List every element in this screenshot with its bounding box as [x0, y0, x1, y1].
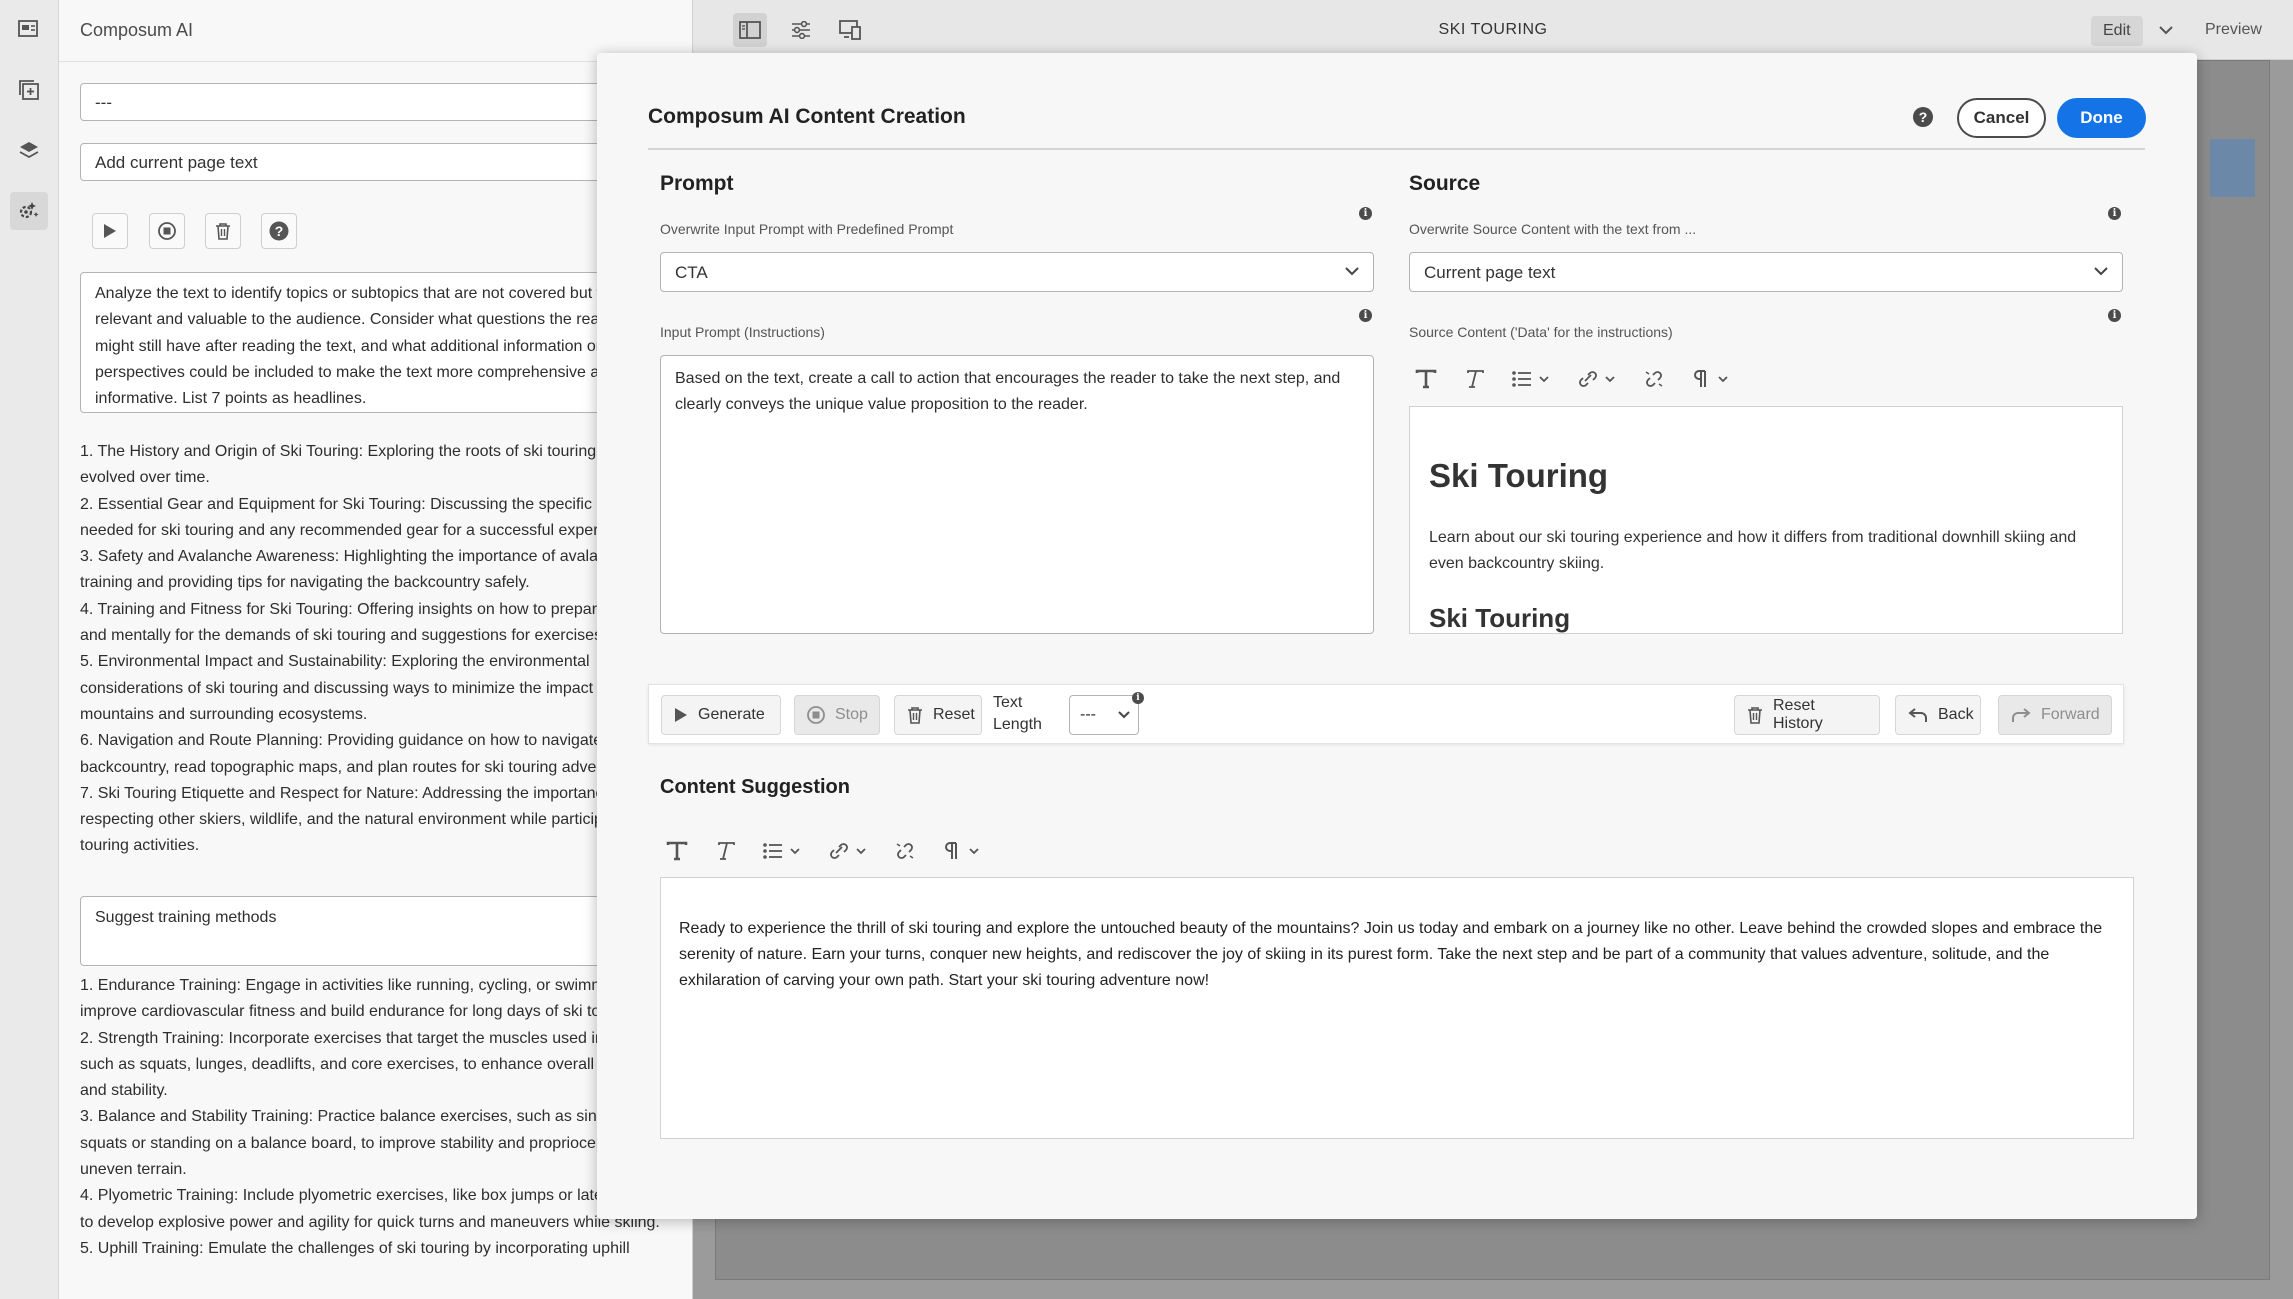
- input-prompt-label: Input Prompt (Instructions): [660, 324, 825, 340]
- reset-history-button[interactable]: Reset History: [1734, 695, 1880, 735]
- sidebar-title: Composum AI: [80, 20, 194, 40]
- preview-button[interactable]: Preview: [2205, 21, 2262, 39]
- generate-label: Generate: [698, 706, 765, 723]
- second-prompt-box[interactable]: Suggest training methods: [80, 896, 680, 966]
- content-suggestion-heading: Content Suggestion: [660, 776, 850, 798]
- delete-button[interactable]: [205, 213, 241, 249]
- stop-label: Stop: [835, 706, 868, 723]
- second-response: 1. Endurance Training: Engage in activit…: [80, 977, 672, 1257]
- text-length-label-line1: Text: [993, 694, 1023, 711]
- content-suggestion-text: Ready to experience the thrill of ski to…: [679, 920, 2103, 989]
- source-heading-1: Ski Touring: [1429, 457, 1609, 494]
- source-overwrite-value: Current page text: [1424, 263, 1556, 282]
- info-icon[interactable]: i: [1132, 692, 1144, 704]
- reset-label: Reset: [933, 706, 975, 723]
- trash-icon: [216, 223, 230, 240]
- text-length-select[interactable]: ---: [1069, 695, 1139, 735]
- bold-icon[interactable]: [1415, 369, 1437, 389]
- predefined-prompt-select[interactable]: CTA: [660, 252, 1374, 292]
- stop-button[interactable]: Stop: [794, 695, 880, 735]
- page-image: [2210, 139, 2255, 197]
- left-rail: [0, 0, 59, 1299]
- unlink-icon[interactable]: [894, 840, 916, 862]
- reset-history-label: Reset History: [1773, 697, 1823, 732]
- source-select[interactable]: Add current page text: [80, 143, 680, 181]
- first-response: 1. The History and Origin of Ski Touring…: [80, 443, 680, 855]
- suggestion-rte-toolbar: [666, 831, 1008, 871]
- unlink-icon[interactable]: [1643, 368, 1665, 390]
- info-icon[interactable]: i: [1359, 309, 1372, 322]
- svg-text:?: ?: [275, 223, 284, 239]
- forward-button[interactable]: Forward: [1998, 695, 2112, 735]
- first-prompt-box[interactable]: Analyze the text to identify topics or s…: [80, 272, 680, 413]
- play-icon: [104, 224, 116, 238]
- trash-icon: [1747, 706, 1763, 724]
- done-button[interactable]: Done: [2057, 98, 2146, 138]
- help-button[interactable]: ?: [261, 213, 297, 249]
- link-icon[interactable]: [828, 841, 868, 861]
- input-prompt-textarea[interactable]: Based on the text, create a call to acti…: [660, 355, 1374, 634]
- cancel-button[interactable]: Cancel: [1957, 98, 2046, 138]
- help-icon[interactable]: ?: [1913, 107, 1933, 127]
- list-icon[interactable]: [1511, 369, 1551, 389]
- bold-icon[interactable]: [666, 841, 688, 861]
- dialog-title: Composum AI Content Creation: [648, 105, 966, 128]
- text-length-label: Text Length: [993, 692, 1042, 736]
- source-overwrite-label: Overwrite Source Content with the text f…: [1409, 221, 1697, 237]
- link-icon[interactable]: [1577, 369, 1617, 389]
- info-icon[interactable]: i: [2108, 207, 2121, 220]
- composum-ai-icon[interactable]: [10, 192, 48, 230]
- play-icon: [674, 707, 688, 723]
- source-rte-toolbar: [1415, 359, 1757, 399]
- generate-button[interactable]: Generate: [661, 695, 781, 735]
- info-icon[interactable]: i: [2108, 309, 2121, 322]
- divider: [648, 148, 2145, 150]
- stop-button[interactable]: [149, 213, 185, 249]
- run-button[interactable]: [92, 213, 128, 249]
- text-length-label-line2: Length: [993, 716, 1042, 733]
- back-label: Back: [1938, 706, 1974, 723]
- predefined-prompt-select[interactable]: ---: [80, 83, 680, 121]
- paragraph-icon[interactable]: [1691, 369, 1731, 389]
- stop-icon: [158, 222, 176, 240]
- info-icon[interactable]: i: [1359, 207, 1372, 220]
- forward-label: Forward: [2041, 706, 2100, 723]
- italic-icon[interactable]: [714, 841, 736, 861]
- chevron-down-icon[interactable]: [2159, 22, 2173, 40]
- content-creation-dialog: Composum AI Content Creation ? Cancel Do…: [597, 53, 2197, 1219]
- chevron-down-icon: [1118, 711, 1130, 719]
- action-bar: Generate Stop Reset Text Length --- i Re…: [648, 684, 2124, 744]
- prompt-heading: Prompt: [660, 172, 734, 195]
- page-info-icon[interactable]: [10, 10, 48, 48]
- chevron-down-icon: [2094, 267, 2108, 276]
- list-icon[interactable]: [762, 841, 802, 861]
- forward-arrow-icon: [2011, 707, 2031, 723]
- content-suggestion-editor[interactable]: Ready to experience the thrill of ski to…: [660, 877, 2134, 1139]
- paragraph-icon[interactable]: [942, 841, 982, 861]
- add-component-icon[interactable]: [10, 71, 48, 109]
- source-overwrite-select[interactable]: Current page text: [1409, 252, 2123, 292]
- layers-icon[interactable]: [10, 131, 48, 169]
- source-content-label: Source Content ('Data' for the instructi…: [1409, 324, 1673, 340]
- source-heading-2: Ski Touring: [1429, 603, 1571, 633]
- trash-icon: [907, 706, 923, 724]
- stop-icon: [807, 706, 825, 724]
- reset-button[interactable]: Reset: [894, 695, 982, 735]
- source-content-editor[interactable]: Ski Touring Learn about our ski touring …: [1409, 406, 2123, 634]
- back-button[interactable]: Back: [1895, 695, 1981, 735]
- chevron-down-icon: [1345, 267, 1359, 276]
- page-title: SKI TOURING: [1438, 21, 1548, 38]
- italic-icon[interactable]: [1463, 369, 1485, 389]
- text-length-value: ---: [1080, 706, 1096, 723]
- editor-toolbar: SKI TOURING Edit Preview: [693, 0, 2293, 60]
- source-heading: Source: [1409, 172, 1481, 195]
- source-paragraph: Learn about our ski touring experience a…: [1429, 529, 2077, 572]
- predefined-prompt-label: Overwrite Input Prompt with Predefined P…: [660, 221, 954, 237]
- edit-mode-button[interactable]: Edit: [2091, 16, 2143, 46]
- back-arrow-icon: [1908, 707, 1928, 723]
- predefined-prompt-value: CTA: [675, 263, 708, 282]
- help-icon: ?: [269, 221, 289, 241]
